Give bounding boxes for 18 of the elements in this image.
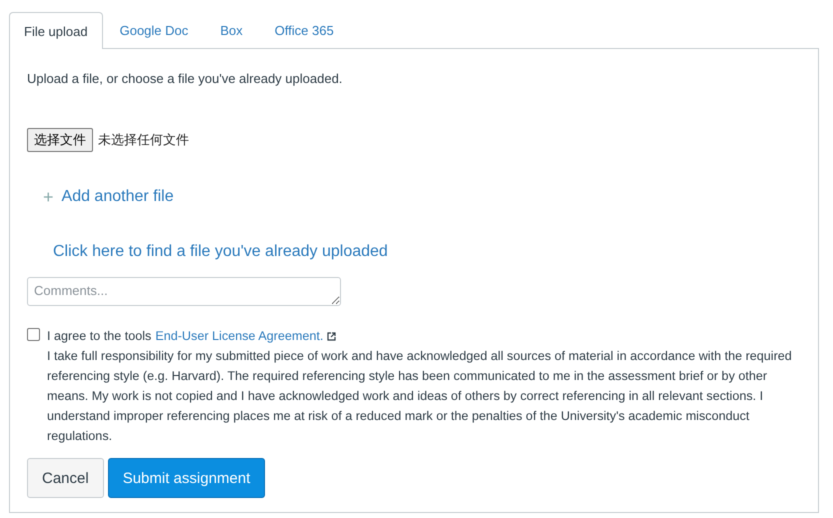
- submit-button[interactable]: Submit assignment: [108, 458, 266, 498]
- tab[interactable]: Google Doc: [104, 12, 204, 48]
- tab[interactable]: Box: [205, 12, 258, 48]
- plus-icon: +: [43, 188, 54, 206]
- add-file-button[interactable]: + Add another file: [43, 188, 174, 206]
- license-link[interactable]: End-User License Agreement.: [155, 326, 324, 346]
- declaration-text: I take full responsibility for my submitted piece of work and have acknowledged all sources of material in accordance with the required referencing style (e.g. Harvard). The required referencing style has been communicated to me in the assessment brief or by other means. My work is not copied and I have acknowledged work and ideas of others by correct referencing in all relevant sections. I understand improper referencing places me at risk of a reduced mark or the penalties of the University's academic misconduct regulations.: [47, 348, 793, 445]
- choose-file-button[interactable]: 选择文件: [27, 128, 93, 152]
- cancel-button[interactable]: Cancel: [27, 458, 104, 498]
- instruction-text: Upload a file, or choose a file you've already uploaded.: [27, 71, 344, 86]
- comments-field[interactable]: Comments...: [27, 277, 341, 306]
- tab[interactable]: File upload: [9, 12, 103, 49]
- external-link-icon: [327, 332, 336, 340]
- tab[interactable]: Office 365: [260, 12, 349, 48]
- file-status: 未选择任何文件: [98, 132, 189, 149]
- agree-label: I agree to the tools: [47, 328, 152, 345]
- agree-checkbox[interactable]: [27, 328, 40, 341]
- find-file-link[interactable]: Click here to find a file you've already uploaded: [53, 243, 388, 261]
